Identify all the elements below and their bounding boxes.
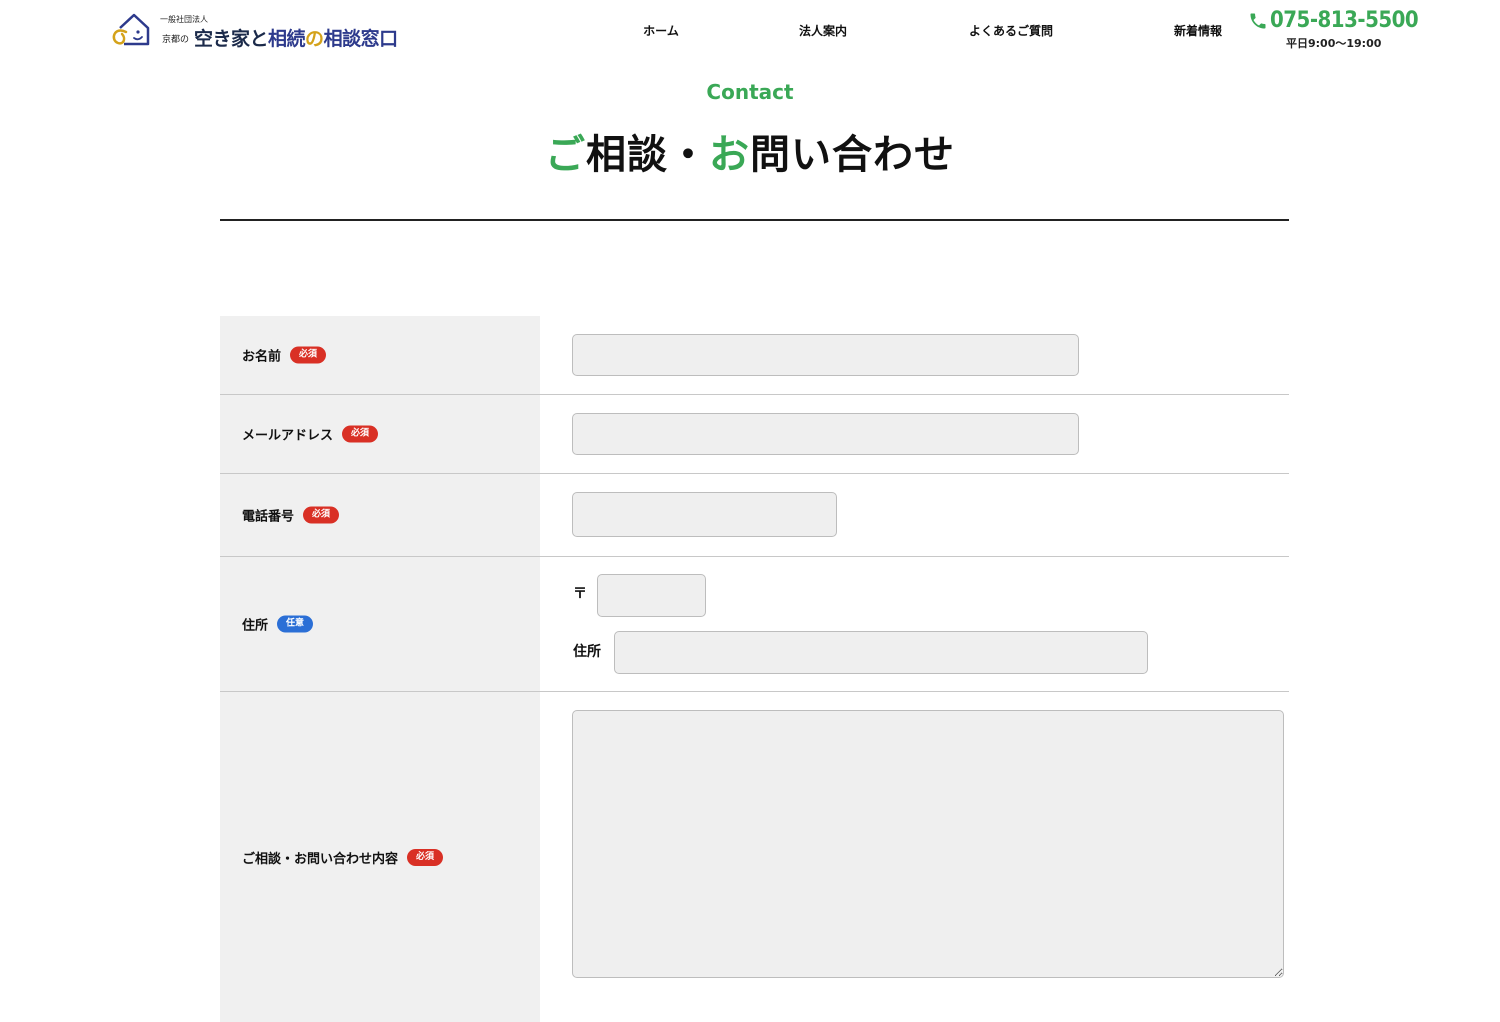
required-badge: 必須: [303, 506, 340, 524]
form-label-cell: 住所 任意: [220, 557, 540, 691]
page-title: ご相談・お問い合わせ: [545, 132, 955, 178]
title-divider: [220, 219, 1289, 221]
phone-number: 075-813-5500: [1270, 8, 1419, 33]
nav-item-faq[interactable]: よくあるご質問: [969, 22, 1053, 39]
business-hours: 平日9:00〜19:00: [1286, 37, 1382, 50]
form-row-name: お名前 必須: [220, 316, 1289, 395]
name-input[interactable]: [572, 334, 1079, 376]
email-label: メールアドレス: [242, 428, 334, 444]
house-logo-icon: [112, 13, 150, 46]
address-inline-label: 住所: [573, 644, 601, 660]
zip-input[interactable]: [597, 574, 706, 617]
nav-item-news[interactable]: 新着情報: [1174, 22, 1222, 39]
tel-label: 電話番号: [242, 509, 295, 525]
inquiry-textarea[interactable]: [572, 710, 1284, 978]
logo-title: 空き家と相続の相談窓口: [194, 28, 398, 50]
form-row-tel: 電話番号 必須: [220, 474, 1289, 557]
phone-contact[interactable]: 075-813-5500 平日9:00〜19:00: [1248, 6, 1419, 50]
address-input[interactable]: [614, 631, 1148, 674]
name-label: お名前: [242, 349, 282, 365]
required-badge: 必須: [407, 849, 444, 866]
address-label: 住所: [242, 618, 269, 634]
section-eyebrow: Contact: [706, 80, 794, 104]
required-badge: 必須: [290, 346, 327, 364]
form-label-cell: 電話番号 必須: [220, 474, 540, 556]
form-label-cell: お名前 必須: [220, 316, 540, 394]
logo-prefix: 京都の: [162, 35, 190, 45]
form-row-inquiry: ご相談・お問い合わせ内容 必須: [220, 692, 1289, 1022]
form-row-address: 住所 任意 〒 住所: [220, 557, 1289, 692]
form-row-email: メールアドレス 必須: [220, 395, 1289, 474]
main-nav: ホーム 法人案内 よくあるご質問 新着情報: [600, 22, 1240, 42]
email-input[interactable]: [572, 413, 1079, 455]
form-label-cell: メールアドレス 必須: [220, 395, 540, 473]
nav-item-home[interactable]: ホーム: [643, 22, 679, 39]
inquiry-label: ご相談・お問い合わせ内容: [242, 852, 399, 867]
tel-input[interactable]: [572, 492, 837, 537]
optional-badge: 任意: [277, 615, 314, 633]
form-label-cell: ご相談・お問い合わせ内容 必須: [220, 692, 540, 1022]
phone-icon: [1250, 13, 1266, 29]
site-logo[interactable]: 一般社団法人 京都の 空き家と相続の相談窓口: [108, 10, 418, 50]
nav-item-about[interactable]: 法人案内: [799, 22, 847, 39]
zip-prefix: 〒: [573, 586, 587, 602]
required-badge: 必須: [342, 425, 379, 443]
